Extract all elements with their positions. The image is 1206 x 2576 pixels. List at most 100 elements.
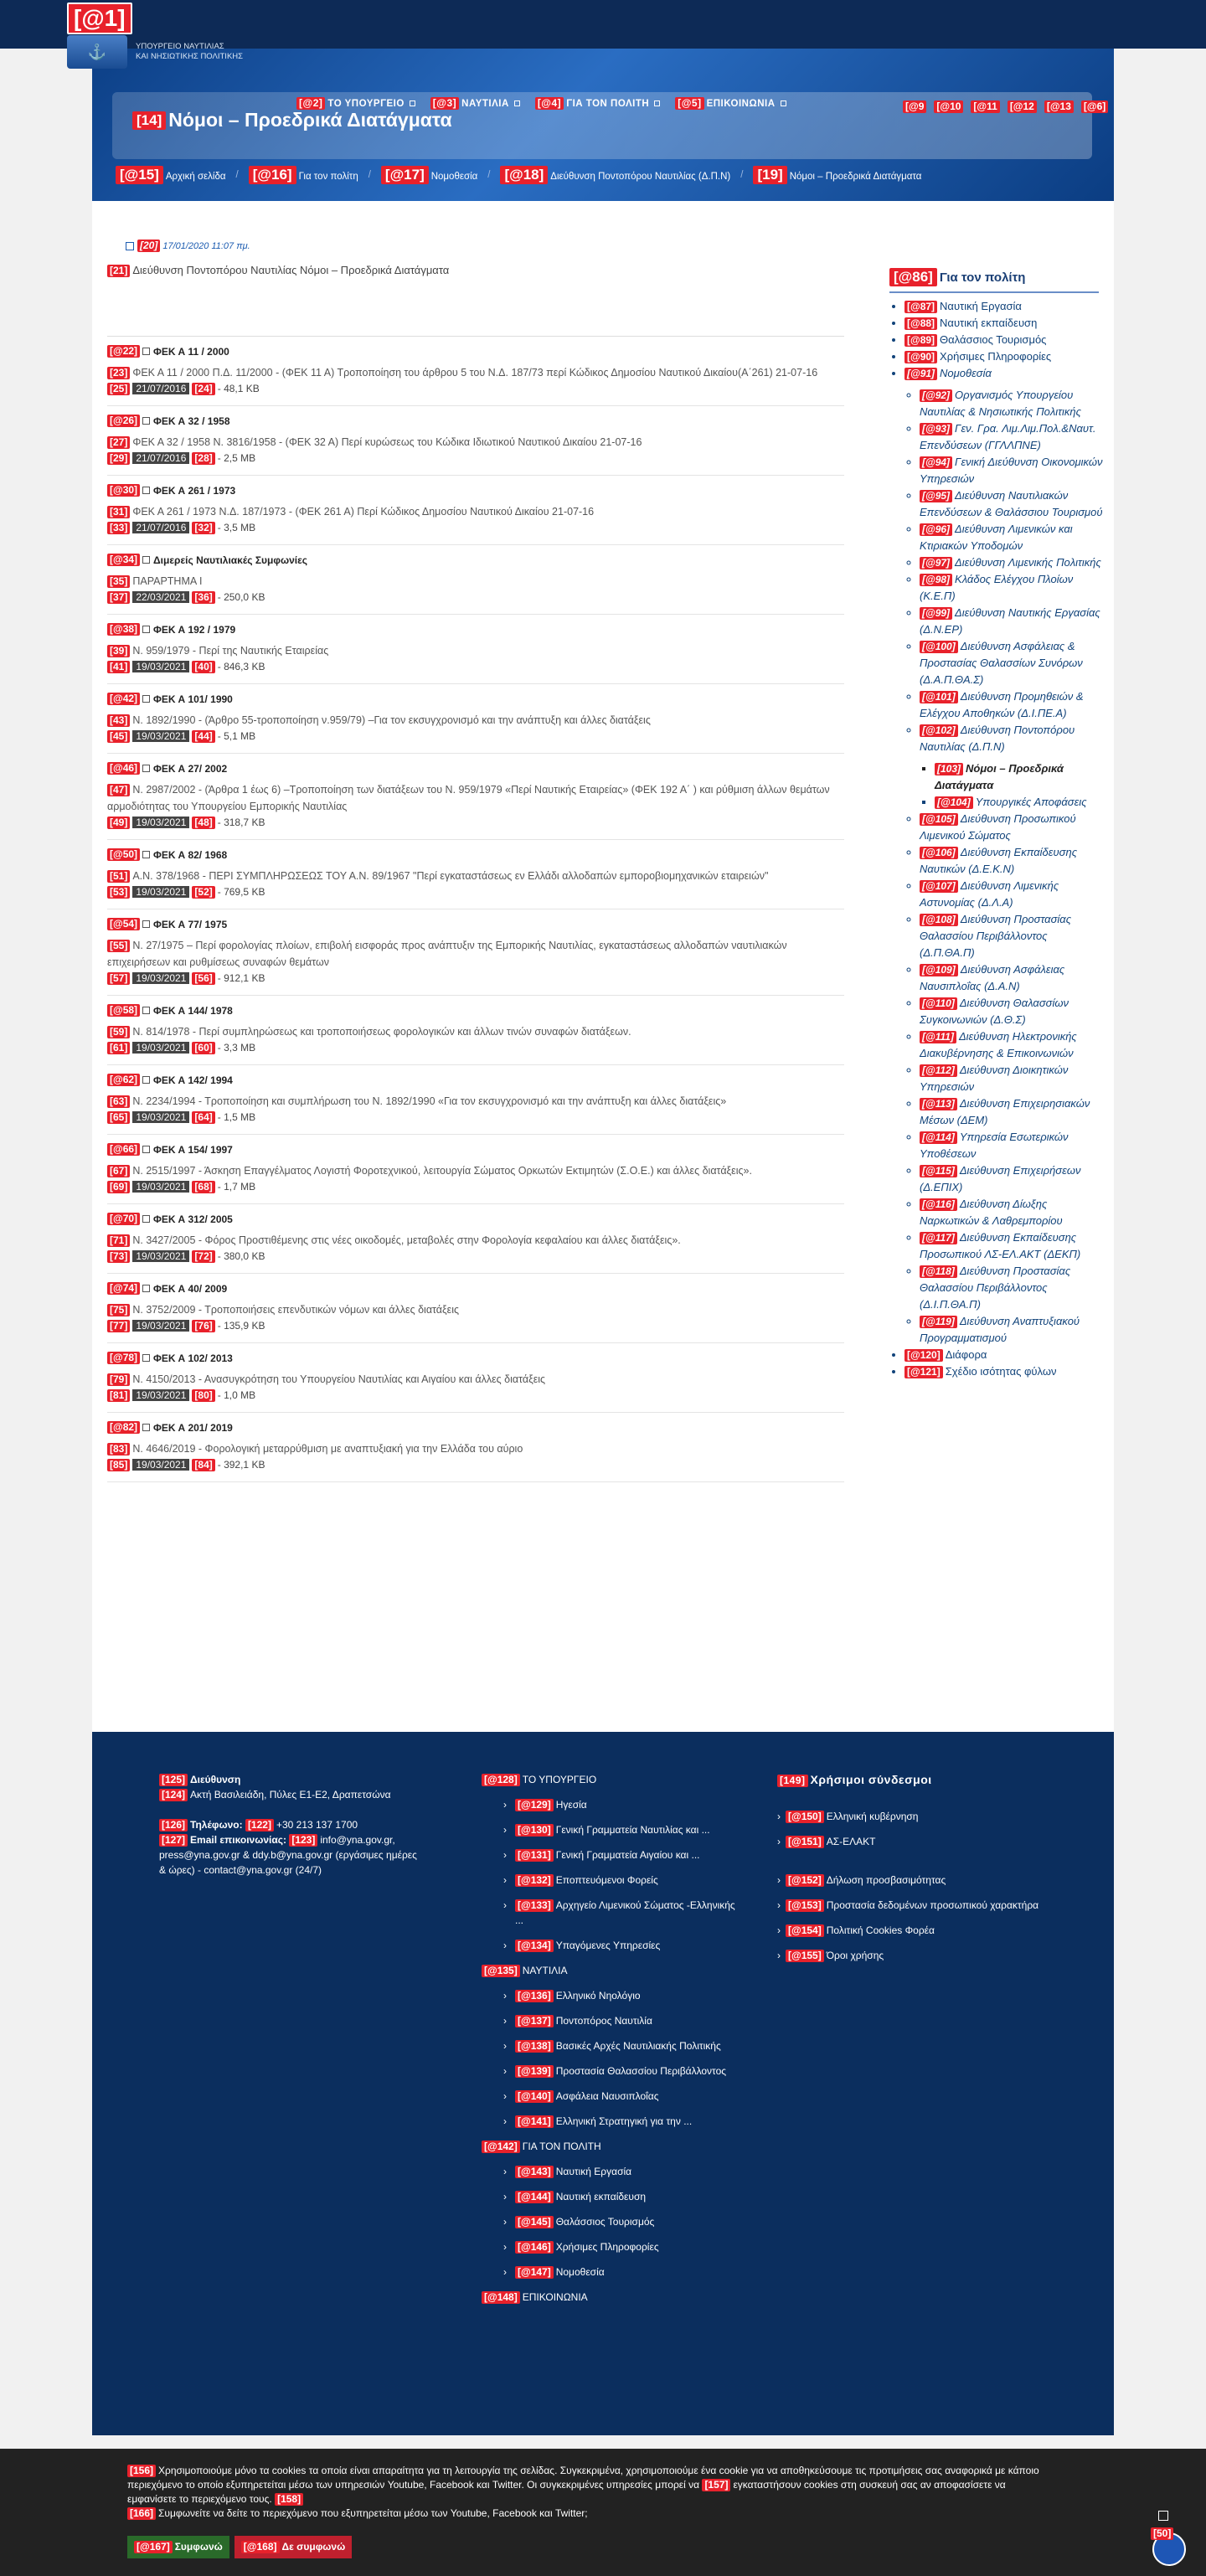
footer-sitemap-item[interactable]: [@143]Ναυτική Εργασία [503, 2164, 741, 2179]
sidebar-item[interactable]: [@90]Χρήσιμες Πληροφορίες [904, 348, 1103, 365]
breadcrumb-item[interactable]: [@15] Αρχική σελίδα [116, 166, 226, 184]
breadcrumb-item[interactable]: [@18] Διεύθυνση Ποντοπόρου Ναυτιλίας (Δ.Π… [500, 166, 730, 184]
footer-sitemap-item[interactable]: [@134]Υπαγόμενες Υπηρεσίες [503, 1938, 741, 1953]
accessibility-icon[interactable]: [50] [1151, 2527, 1186, 2566]
social-icon[interactable]: [@6] [1080, 100, 1109, 113]
sidebar-item[interactable]: [@115]Διεύθυνση Επιχειρήσεων (Δ.ΕΠΙΧ) [920, 1162, 1103, 1196]
footer-sitemap-item[interactable]: [@139]Προστασία Θαλασσίου Περιβάλλοντος [503, 2063, 741, 2079]
sidebar-item[interactable]: [@120]Διάφορα [904, 1347, 1103, 1363]
sidebar-item[interactable]: [@105]Διεύθυνση Προσωπικού Λιμενικού Σώμ… [920, 811, 1103, 844]
document-link[interactable]: [67] Ν. 2515/1997 - Άσκηση Επαγγέλματος Λ… [107, 1162, 844, 1179]
sidebar-item[interactable]: [@93]Γεν. Γρα. Λιμ.Λιμ.Πολ.&Ναυτ. Επενδύ… [920, 420, 1103, 454]
phone-number[interactable]: +30 213 137 1700 [276, 1819, 358, 1831]
nav-item[interactable]: [@2] ΤΟ ΥΠΟΥΡΓΕΙΟ [296, 97, 415, 110]
sidebar-item[interactable]: [@107]Διεύθυνση Λιμενικής Αστυνομίας (Δ.… [920, 878, 1103, 911]
footer-sitemap-item[interactable]: [@147]Νομοθεσία [503, 2264, 741, 2280]
footer-sitemap-item[interactable]: [@130]Γενική Γραμματεία Ναυτιλίας και ..… [503, 1822, 741, 1837]
sidebar-item[interactable]: [@92]Οργανισμός Υπουργείου Ναυτιλίας & Ν… [920, 387, 1103, 420]
document-link[interactable]: [59] Ν. 814/1978 - Περί συμπληρώσεως και … [107, 1023, 844, 1040]
document-link[interactable]: [83] Ν. 4646/2019 - Φορολογική μεταρρύθμι… [107, 1440, 844, 1457]
social-icon[interactable]: [@10 [934, 100, 964, 113]
document-link[interactable]: [35] ΠΑΡΑΡΤΗΜΑ Ι [107, 573, 844, 590]
breadcrumb-item[interactable]: [@16] Για τον πολίτη [248, 166, 358, 184]
footer-link-item[interactable]: [@154]Πολιτική Cookies Φορέα [777, 1923, 1062, 1938]
footer-link-item[interactable]: [@153]Προστασία δεδομένων προσωπικού χαρ… [777, 1898, 1062, 1913]
document-link[interactable]: [31] ΦΕΚ Α 261 / 1973 Ν.Δ. 187/1973 - (ΦΕ… [107, 503, 844, 520]
addr-title-marker: [125] [159, 1774, 188, 1786]
sidebar-item[interactable]: [@118]Διεύθυνση Προστασίας Θαλασσίου Περ… [920, 1263, 1103, 1313]
sidebar-item[interactable]: [@101]Διεύθυνση Προμηθειών & Ελέγχου Απο… [920, 688, 1103, 722]
footer-link-item[interactable]: [@151]ΑΣ-ΕΛΑΚΤ [777, 1834, 1062, 1849]
document-link[interactable]: [27] ΦΕΚ Α 32 / 1958 Ν. 3816/1958 - (ΦΕΚ … [107, 434, 844, 451]
ministry-logo[interactable]: ⚓ ΥΠΟΥΡΓΕΙΟ ΝΑΥΤΙΛΙΑΣ ΚΑΙ ΝΗΣΙΩΤΙΚΗΣ ΠΟΛΙ… [67, 35, 243, 69]
sidebar-item[interactable]: [@117]Διεύθυνση Εκπαίδευσης Προσωπικού Λ… [920, 1229, 1103, 1263]
document-link[interactable]: [43] Ν. 1892/1990 - (Άρθρο 55-τροποποίηση… [107, 712, 844, 729]
sidebar-item[interactable]: [103]Νόμοι – Προεδρικά Διατάγματα [935, 760, 1103, 794]
document-link[interactable]: [23] ΦΕΚ Α 11 / 2000 Π.Δ. 11/2000 - (ΦΕΚ … [107, 364, 844, 381]
document-link[interactable]: [75] Ν. 3752/2009 - Τροποποιήσεις επενδυτ… [107, 1301, 844, 1318]
footer-sitemap-item[interactable]: [@141]Ελληνική Στρατηγική για την ... [503, 2114, 741, 2129]
sidebar-item[interactable]: [@98]Κλάδος Ελέγχου Πλοίων (Κ.Ε.Π) [920, 571, 1103, 605]
footer-sitemap-item[interactable]: [@136]Ελληνικό Νηολόγιο [503, 1988, 741, 2003]
heading-text: ΦΕΚ Α 27/ 2002 [153, 762, 228, 775]
sidebar-item[interactable]: [@104]Υπουργικές Αποφάσεις [935, 794, 1103, 811]
social-icon[interactable]: [@12 [1007, 100, 1037, 113]
sidebar-item[interactable]: [@121]Σχέδιο ισότητας φύλων [904, 1363, 1103, 1380]
footer-sitemap-item[interactable]: [@129]Ηγεσία [503, 1797, 741, 1812]
footer-sitemap-item[interactable]: [@144]Ναυτική εκπαίδευση [503, 2189, 741, 2204]
close-icon[interactable] [1158, 2511, 1168, 2521]
sidebar-item[interactable]: [@96]Διεύθυνση Λιμενικών και Κτιριακών Υ… [920, 521, 1103, 554]
social-icon[interactable]: [@9 [903, 100, 927, 113]
footer-sitemap-item[interactable]: [@142] ΓΙΑ ΤΟΝ ΠΟΛΙΤΗ [482, 2139, 741, 2154]
document-link[interactable]: [55] Ν. 27/1975 – Περί φορολογίας πλοίων,… [107, 937, 844, 971]
sidebar-item[interactable]: [@102]Διεύθυνση Ποντοπόρου Ναυτιλίας (Δ.… [920, 722, 1103, 811]
sidebar-item[interactable]: [@106]Διεύθυνση Εκπαίδευσης Ναυτικών (Δ.… [920, 844, 1103, 878]
nav-item[interactable]: [@3] ΝΑΥΤΙΛΙΑ [430, 97, 520, 110]
breadcrumb-item[interactable]: [@17] Νομοθεσία [380, 166, 477, 184]
footer-sitemap-item[interactable]: [@140]Ασφάλεια Ναυσιπλοΐας [503, 2089, 741, 2104]
footer-link-item[interactable]: [@155]Όροι χρήσης [777, 1948, 1062, 1963]
sidebar-item[interactable]: [@94]Γενική Διεύθυνση Οικονομικών Υπηρεσ… [920, 454, 1103, 487]
footer-sitemap-item[interactable]: [@132]Εποπτευόμενοι Φορείς [503, 1873, 741, 1888]
footer-sitemap-item[interactable]: [@131]Γενική Γραμματεία Αιγαίου και ... [503, 1847, 741, 1862]
document-link[interactable]: [39] Ν. 959/1979 - Περί της Ναυτικής Εται… [107, 642, 844, 659]
sidebar-item[interactable]: [@99]Διεύθυνση Ναυτικής Εργασίας (Δ.Ν.ΕΡ… [920, 605, 1103, 638]
document-link[interactable]: [51] Α.Ν. 378/1968 - ΠΕΡΙ ΣΥΜΠΛΗΡΩΣΕΩΣ ΤΟ… [107, 868, 844, 884]
sidebar-item[interactable]: [@97]Διεύθυνση Λιμενικής Πολιτικής [920, 554, 1103, 571]
footer-sitemap-item[interactable]: [@133]Αρχηγείο Λιμενικού Σώματος -Ελληνι… [503, 1898, 741, 1928]
document-link[interactable]: [47] Ν. 2987/2002 - (Άρθρα 1 έως 6) –Τροπ… [107, 781, 844, 815]
footer-sitemap-item[interactable]: [@145]Θαλάσσιος Τουρισμός [503, 2214, 741, 2229]
nav-item[interactable]: [@5] ΕΠΙΚΟΙΝΩΝΙΑ [675, 97, 786, 110]
sidebar-item[interactable]: [@116]Διεύθυνση Δίωξης Ναρκωτικών & Λαθρ… [920, 1196, 1103, 1229]
sidebar-item[interactable]: [@95]Διεύθυνση Ναυτιλιακών Επενδύσεων & … [920, 487, 1103, 521]
footer-sitemap-item[interactable]: [@146]Χρήσιμες Πληροφορίες [503, 2239, 741, 2254]
footer-link-item[interactable]: [@150]Ελληνική κυβέρνηση [777, 1809, 1062, 1824]
sidebar-item[interactable]: [@100]Διεύθυνση Ασφάλειας & Προστασίας Θ… [920, 638, 1103, 688]
document-link[interactable]: [71] Ν. 3427/2005 - Φόρος Προστιθέμενης σ… [107, 1232, 844, 1249]
social-icon[interactable]: [@11 [971, 100, 1000, 113]
sidebar-item[interactable]: [@109]Διεύθυνση Ασφάλειας Ναυσιπλοΐας (Δ… [920, 961, 1103, 995]
sidebar-item[interactable]: [@114]Υπηρεσία Εσωτερικών Υποθέσεων [920, 1129, 1103, 1162]
sidebar-item[interactable]: [@113]Διεύθυνση Επιχειρησιακών Μέσων (ΔΕ… [920, 1095, 1103, 1129]
footer-sitemap-item[interactable]: [@128] ΤΟ ΥΠΟΥΡΓΕΙΟ [482, 1772, 741, 1787]
nav-item[interactable]: [@4] ΓΙΑ ΤΟΝ ΠΟΛΙΤΗ [534, 97, 661, 110]
sidebar-item[interactable]: [@89]Θαλάσσιος Τουρισμός [904, 332, 1103, 348]
footer-sitemap-item[interactable]: [@135] ΝΑΥΤΙΛΙΑ [482, 1963, 741, 1978]
sidebar-item[interactable]: [@110]Διεύθυνση Θαλασσίων Συγκοινωνιών (… [920, 995, 1103, 1028]
sidebar-item[interactable]: [@88]Ναυτική εκπαίδευση [904, 315, 1103, 332]
accept-button[interactable]: [@167] Συμφωνώ [127, 2536, 229, 2558]
document-link[interactable]: [63] Ν. 2234/1994 - Τροποποίηση και συμπλ… [107, 1093, 844, 1110]
decline-button[interactable]: [@168] Δε συμφωνώ [234, 2536, 353, 2558]
footer-sitemap-item[interactable]: [@137]Ποντοπόρος Ναυτιλία [503, 2013, 741, 2028]
sidebar-item[interactable]: [@112]Διεύθυνση Διοικητικών Υπηρεσιών [920, 1062, 1103, 1095]
footer-sitemap-item[interactable]: [@148] ΕΠΙΚΟΙΝΩΝΙΑ [482, 2290, 741, 2305]
social-icon[interactable]: [@13 [1044, 100, 1074, 113]
sidebar-item[interactable]: [@87]Ναυτική Εργασία [904, 298, 1103, 315]
sidebar-item[interactable]: [@91]Νομοθεσία [@92]Οργανισμός Υπουργείου… [904, 365, 1103, 1347]
footer-sitemap-item[interactable]: [@138]Βασικές Αρχές Ναυτιλιακής Πολιτική… [503, 2038, 741, 2053]
document-link[interactable]: [79] Ν. 4150/2013 - Ανασυγκρότηση του Υπο… [107, 1371, 844, 1388]
sidebar-item[interactable]: [@108]Διεύθυνση Προστασίας Θαλασσίου Περ… [920, 911, 1103, 961]
sidebar-item[interactable]: [@111]Διεύθυνση Ηλεκτρονικής Διακυβέρνησ… [920, 1028, 1103, 1062]
footer-link-item[interactable]: [@152]Δήλωση προσβασιμότητας [777, 1873, 1062, 1888]
sidebar-item[interactable]: [@119]Διεύθυνση Αναπτυξιακού Προγραμματι… [920, 1313, 1103, 1347]
